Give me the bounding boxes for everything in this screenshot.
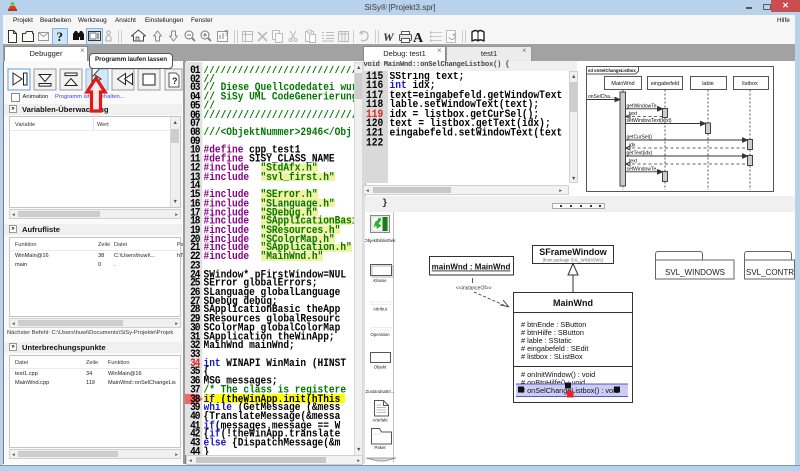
svg-text:# listbox : SListBox: # listbox : SListBox	[521, 352, 583, 361]
svg-text:MainWnd: MainWnd	[611, 81, 634, 87]
svg-text:<<instanceOf>>: <<instanceOf>>	[456, 286, 492, 292]
svg-text:Zustandsattri...: Zustandsattri...	[365, 389, 394, 394]
svg-text:Objekt: Objekt	[374, 365, 387, 370]
svg-text:W: W	[383, 30, 395, 44]
svg-text:Attribut: Attribut	[373, 307, 388, 312]
svg-text:listbox: listbox	[742, 81, 758, 87]
svg-text:Objektbibliothek: Objektbibliothek	[365, 238, 396, 243]
svg-text:A: A	[413, 31, 424, 45]
svg-text:SVL_WINDOWS: SVL_WINDOWS	[665, 268, 725, 277]
svg-text:eingabefeld: eingabefeld	[651, 81, 679, 87]
svg-text:?: ?	[172, 76, 178, 86]
svg-text:MainWnd: MainWnd	[553, 298, 593, 308]
svg-text:sd onSelChangeListbox: sd onSelChangeListbox	[588, 68, 636, 73]
svg-text:SFrameWindow: SFrameWindow	[539, 247, 607, 257]
svg-text:(from package SVL_WINDOWS): (from package SVL_WINDOWS)	[543, 258, 604, 263]
svg-text:SVL_CONTR: SVL_CONTR	[746, 268, 794, 277]
svg-text:Operation: Operation	[370, 332, 390, 337]
svg-text:mainWnd : MainWnd: mainWnd : MainWnd	[432, 263, 511, 272]
svg-text:?: ?	[224, 29, 229, 38]
svg-text:lable: lable	[702, 81, 714, 87]
svg-text:?: ?	[57, 29, 64, 44]
svg-text:Paket: Paket	[374, 445, 386, 450]
svg-text:Klasse: Klasse	[373, 278, 387, 283]
svg-text:Artefakt: Artefakt	[372, 418, 388, 423]
